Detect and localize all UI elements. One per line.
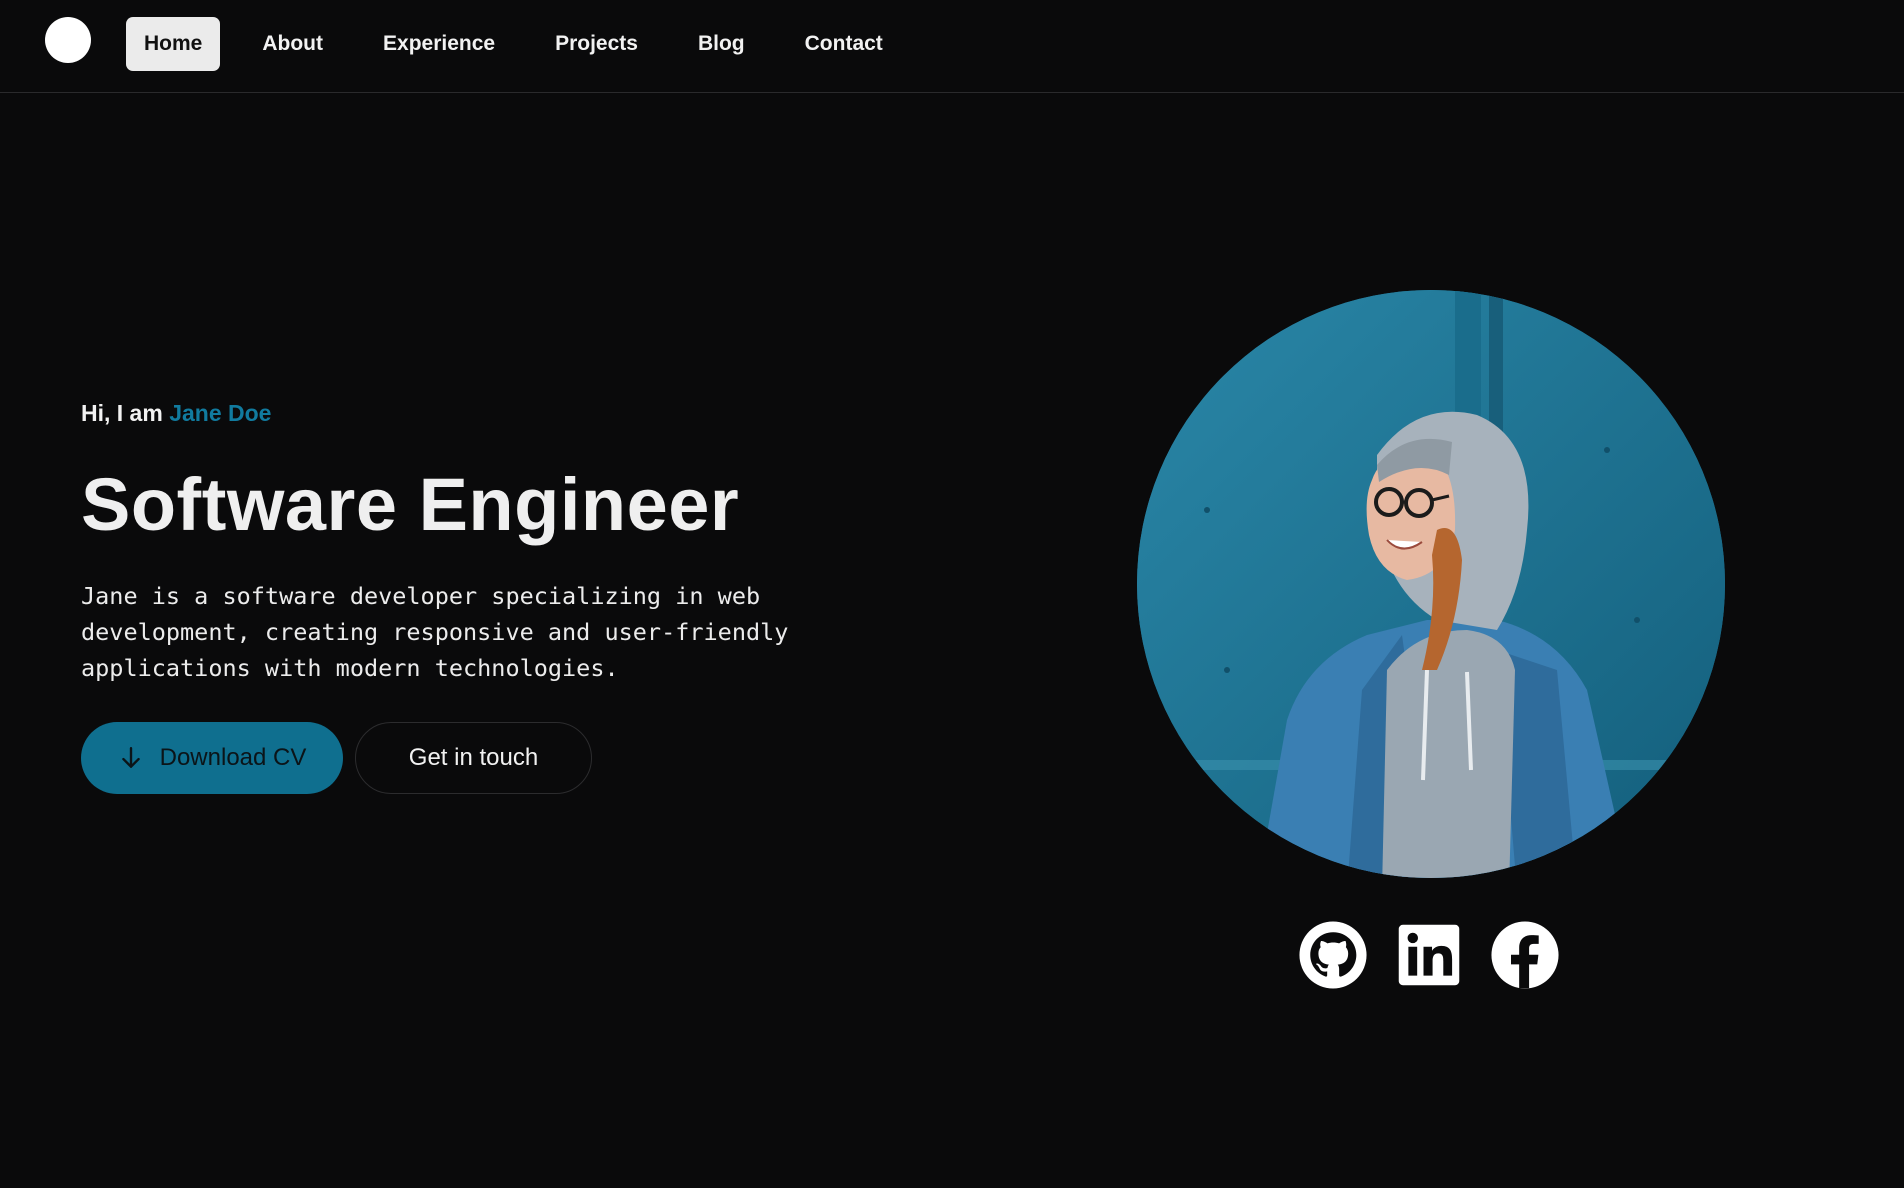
linkedin-icon[interactable] (1394, 920, 1464, 990)
github-icon[interactable] (1298, 920, 1368, 990)
nav-item-experience[interactable]: Experience (365, 17, 513, 71)
logo-icon[interactable] (45, 17, 91, 63)
hero-name: Jane Doe (169, 400, 272, 426)
download-cv-button[interactable]: Download CV (81, 722, 343, 794)
download-cv-label: Download CV (159, 744, 307, 771)
greeting-prefix: Hi, I am (81, 400, 163, 426)
profile-photo (1137, 290, 1725, 878)
hero-greeting: Hi, I am Jane Doe (81, 400, 271, 427)
facebook-icon[interactable] (1490, 920, 1560, 990)
hero-title: Software Engineer (81, 463, 740, 546)
nav-item-about[interactable]: About (244, 17, 341, 71)
nav-item-home[interactable]: Home (126, 17, 221, 71)
nav-links: Home About Experience Projects Blog Cont… (126, 17, 925, 71)
nav-item-blog[interactable]: Blog (680, 17, 763, 71)
hero-bio: Jane is a software developer specializin… (81, 582, 789, 682)
nav-item-contact[interactable]: Contact (787, 17, 901, 71)
nav-item-projects[interactable]: Projects (537, 17, 656, 71)
get-in-touch-button[interactable]: Get in touch (355, 722, 592, 794)
get-in-touch-label: Get in touch (408, 744, 539, 771)
social-links (1298, 920, 1560, 990)
arrow-down-icon (118, 745, 144, 771)
top-navigation: Home About Experience Projects Blog Cont… (0, 0, 1904, 93)
